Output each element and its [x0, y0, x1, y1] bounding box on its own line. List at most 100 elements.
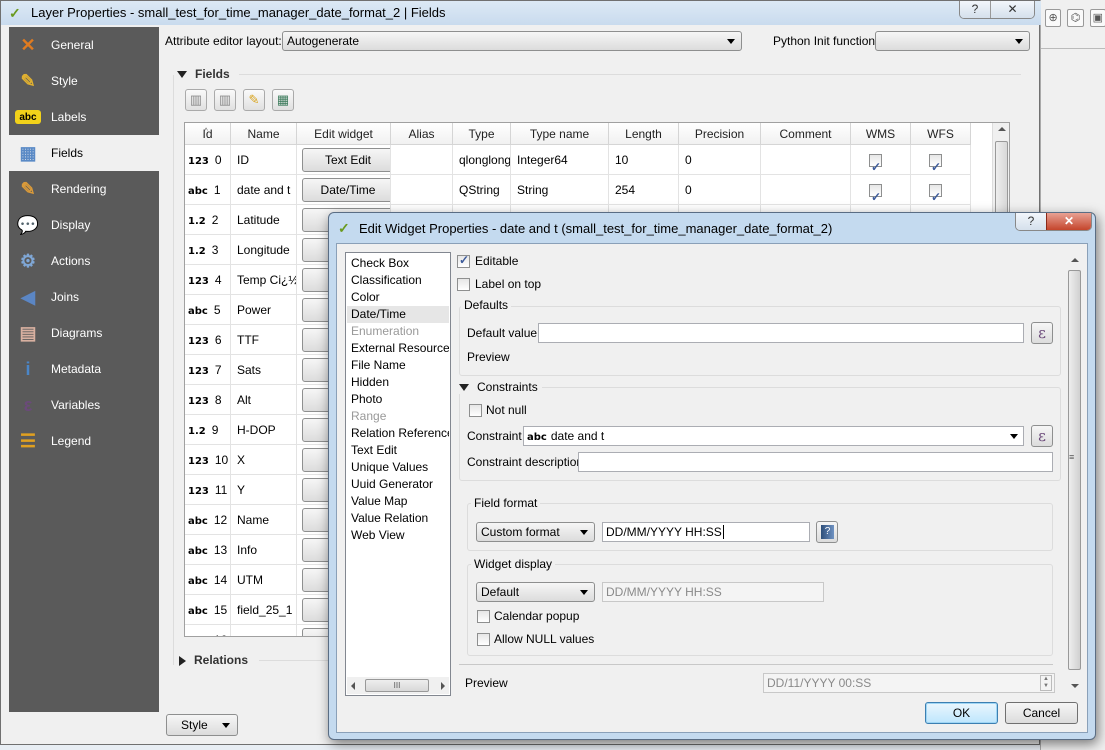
- constraint-description-input[interactable]: [578, 452, 1053, 472]
- widget-type-item[interactable]: Date/Time: [347, 306, 449, 323]
- help-button[interactable]: ?: [960, 1, 990, 18]
- allow-null-checkbox[interactable]: [477, 633, 490, 646]
- dialog-close-button[interactable]: ✕: [1046, 213, 1091, 230]
- cancel-button[interactable]: Cancel: [1005, 702, 1078, 724]
- column-header-id[interactable]: Id ^: [185, 123, 231, 145]
- column-header-length[interactable]: Length: [609, 123, 679, 145]
- sidebar-item-label: Legend: [51, 434, 92, 448]
- format-help-button[interactable]: ?: [816, 521, 838, 543]
- fields-group-toggle[interactable]: Fields: [177, 67, 230, 81]
- widget-display-select[interactable]: Default: [476, 582, 595, 602]
- column-header-type-name[interactable]: Type name: [511, 123, 609, 145]
- relations-group-toggle[interactable]: Relations: [179, 653, 248, 667]
- sidebar-item-legend[interactable]: ☰ Legend: [9, 423, 159, 459]
- widget-type-item[interactable]: Photo: [347, 391, 449, 408]
- toggle-editing-button[interactable]: ✎: [243, 89, 265, 111]
- widget-type-item[interactable]: Check Box: [347, 255, 449, 272]
- cell-name: Name: [231, 505, 297, 535]
- scroll-down-icon[interactable]: [1071, 684, 1079, 688]
- python-init-select[interactable]: [875, 31, 1030, 51]
- dialog-help-button[interactable]: ?: [1016, 213, 1046, 230]
- sidebar-item-labels[interactable]: abc Labels: [9, 99, 159, 135]
- constraint-expression-select[interactable]: abc date and t: [523, 426, 1024, 446]
- new-field-button[interactable]: ▥: [185, 89, 207, 111]
- wms-checkbox[interactable]: [869, 182, 882, 205]
- sidebar-item-general[interactable]: ✕ General: [9, 27, 159, 63]
- cell-wfs: [911, 145, 971, 175]
- wfs-checkbox[interactable]: [929, 152, 942, 175]
- add-node-icon[interactable]: ⊕: [1045, 9, 1062, 27]
- scroll-up-icon[interactable]: [998, 127, 1006, 131]
- cell-name: Power: [231, 295, 297, 325]
- scroll-left-icon[interactable]: [351, 682, 355, 690]
- column-header-wfs[interactable]: WFS: [911, 123, 971, 145]
- widget-type-item[interactable]: Uuid Generator: [347, 476, 449, 493]
- wfs-checkbox[interactable]: [929, 182, 942, 205]
- edit-widget-button[interactable]: Text Edit: [302, 148, 390, 172]
- attribute-editor-layout-select[interactable]: Autogenerate: [282, 31, 742, 51]
- widget-type-item[interactable]: Relation Reference: [347, 425, 449, 442]
- column-header-type[interactable]: Type: [453, 123, 511, 145]
- widget-type-item[interactable]: Value Map: [347, 493, 449, 510]
- column-header-alias[interactable]: Alias: [391, 123, 453, 145]
- sidebar-item-joins[interactable]: ◀ Joins: [9, 279, 159, 315]
- close-button[interactable]: ✕: [990, 1, 1034, 18]
- widget-type-item[interactable]: Classification: [347, 272, 449, 289]
- field-calculator-button[interactable]: ▦: [272, 89, 294, 111]
- edit-widget-button[interactable]: Date/Time: [302, 178, 390, 202]
- label-on-top-checkbox[interactable]: [457, 278, 470, 291]
- sidebar-item-metadata[interactable]: i Metadata: [9, 351, 159, 387]
- vertex-tool-icon[interactable]: ⌬: [1067, 9, 1084, 27]
- editable-checkbox[interactable]: [457, 253, 470, 268]
- widget-type-item[interactable]: External Resource: [347, 340, 449, 357]
- scroll-up-icon[interactable]: [1071, 258, 1079, 262]
- constraint-expression-button[interactable]: ε: [1031, 425, 1053, 447]
- ok-button[interactable]: OK: [925, 702, 998, 724]
- sidebar-item-variables[interactable]: ε Variables: [9, 387, 159, 423]
- scroll-thumb[interactable]: III: [365, 679, 429, 692]
- field-format-select[interactable]: Custom format: [476, 522, 595, 542]
- column-header-wms[interactable]: WMS: [851, 123, 911, 145]
- default-value-expression-button[interactable]: ε: [1031, 322, 1053, 344]
- column-header-edit-widget[interactable]: Edit widget: [297, 123, 391, 145]
- dialog-scrollbar[interactable]: ≡: [1066, 252, 1083, 692]
- cell-id: 123 10: [185, 445, 231, 475]
- widget-type-item[interactable]: Text Edit: [347, 442, 449, 459]
- widget-type-item[interactable]: Color: [347, 289, 449, 306]
- widget-type-item[interactable]: Web View: [347, 527, 449, 544]
- style-menu-button[interactable]: Style: [166, 714, 238, 736]
- toolbar-icon[interactable]: ▣: [1089, 9, 1105, 27]
- widget-type-item[interactable]: Hidden: [347, 374, 449, 391]
- not-null-checkbox[interactable]: [469, 404, 482, 417]
- column-header-name[interactable]: Name: [231, 123, 297, 145]
- calendar-popup-checkbox[interactable]: [477, 610, 490, 623]
- sidebar-item-fields[interactable]: ▦ Fields: [9, 135, 159, 171]
- widget-type-item[interactable]: Unique Values: [347, 459, 449, 476]
- cell-name: X: [231, 445, 297, 475]
- sidebar-item-diagrams[interactable]: ▤ Diagrams: [9, 315, 159, 351]
- default-value-input[interactable]: [538, 323, 1024, 343]
- window-title-bar: ✓ Layer Properties - small_test_for_time…: [1, 1, 1041, 25]
- sidebar-item-style[interactable]: ✎ Style: [9, 63, 159, 99]
- constraints-toggle[interactable]: Constraints: [459, 380, 542, 394]
- table-row[interactable]: 123 0 ID Text Edit qlonglong Integer64 10 0: [185, 145, 971, 175]
- delete-field-button[interactable]: ▥: [214, 89, 236, 111]
- preview-value: DD/11/YYYY 00:SS: [767, 676, 872, 690]
- widget-type-list[interactable]: Web View Value Relation Value Map Uuid Gene…: [345, 252, 451, 696]
- widget-list-hscrollbar[interactable]: III: [347, 677, 449, 694]
- sidebar-item-rendering[interactable]: ✎ Rendering: [9, 171, 159, 207]
- scroll-thumb[interactable]: [1068, 270, 1081, 670]
- column-header-comment[interactable]: Comment: [761, 123, 851, 145]
- cell-name: Latitude: [231, 205, 297, 235]
- scroll-right-icon[interactable]: [441, 682, 445, 690]
- widget-type-item[interactable]: File Name: [347, 357, 449, 374]
- sidebar-item-actions[interactable]: ⚙ Actions: [9, 243, 159, 279]
- general-icon: ✕: [20, 34, 36, 55]
- table-row[interactable]: abc 1 date and t Date/Time QString String 254 0: [185, 175, 971, 205]
- cell-id: 123 4: [185, 265, 231, 295]
- custom-format-input[interactable]: DD/MM/YYYY HH:SS: [602, 522, 810, 542]
- widget-type-item[interactable]: Value Relation: [347, 510, 449, 527]
- column-header-precision[interactable]: Precision: [679, 123, 761, 145]
- sidebar-item-display[interactable]: 💬 Display: [9, 207, 159, 243]
- wms-checkbox[interactable]: [869, 152, 882, 175]
